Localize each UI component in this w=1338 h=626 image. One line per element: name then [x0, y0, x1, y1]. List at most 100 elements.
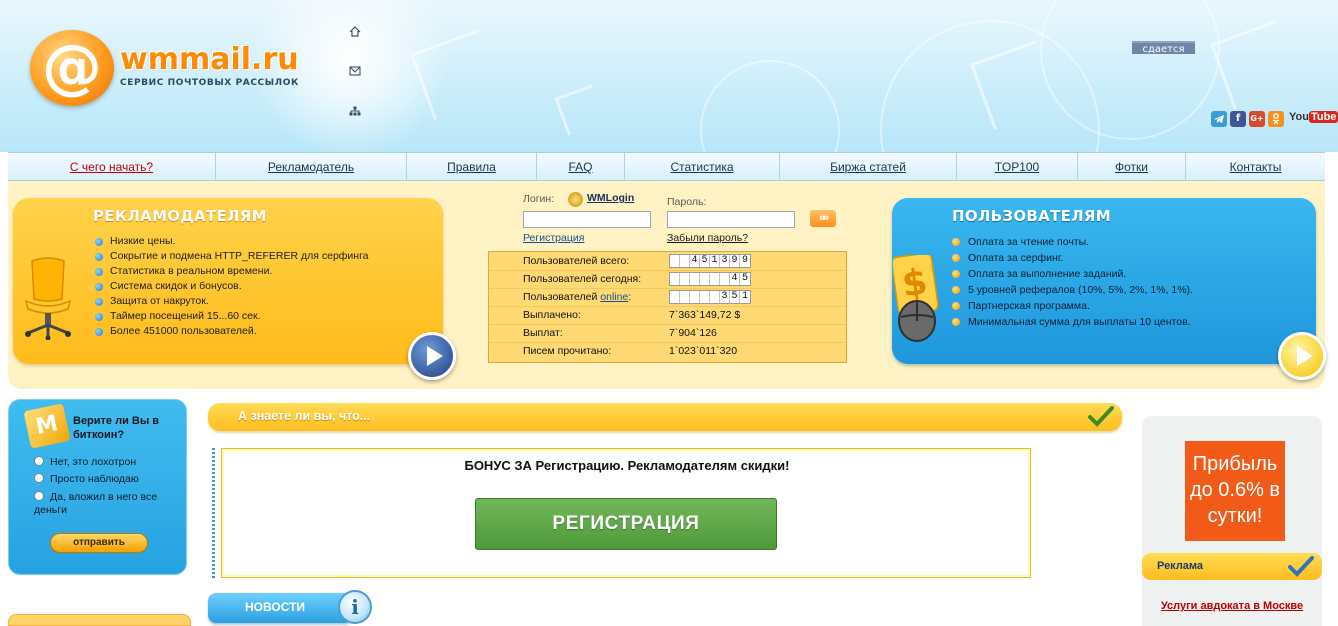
poll-option-3[interactable]: Да, вложил в него все деньги — [34, 491, 184, 517]
today-users-counter: 45 — [669, 272, 751, 286]
decor-swirl — [700, 60, 840, 152]
ad-bar: Реклама — [1142, 553, 1322, 580]
table-row: Пользователей online: 351 — [489, 288, 846, 307]
facebook-icon[interactable]: f — [1230, 111, 1246, 127]
list-item: Более 451000 пользователей. — [95, 324, 369, 339]
news-title: НОВОСТИ — [245, 600, 306, 614]
list-item: Оплата за выполнение заданий. — [952, 266, 1193, 282]
left-section-tab — [8, 614, 191, 626]
odnoklassniki-icon[interactable] — [1268, 111, 1284, 127]
stats-read-label: Писем прочитано: — [523, 345, 612, 358]
list-item: Низкие цены. — [95, 234, 369, 249]
list-item: Статистика в реальном времени. — [95, 264, 369, 279]
bonus-box: БОНУС ЗА Регистрацию. Рекламодателям ски… — [221, 448, 1031, 578]
radio-icon[interactable] — [34, 491, 44, 501]
header: @ wmmail.ru СЕРВИС ПОЧТОВЫХ РАССЫЛОК сда… — [0, 0, 1338, 152]
site-logo[interactable]: @ wmmail.ru СЕРВИС ПОЧТОВЫХ РАССЫЛОК — [30, 22, 320, 112]
login-form: Логин: WMLogin Пароль: »» Регистрация За… — [520, 191, 850, 249]
logo-tagline: СЕРВИС ПОЧТОВЫХ РАССЫЛОК — [120, 78, 299, 88]
users-title: ПОЛЬЗОВАТЕЛЯМ — [952, 207, 1111, 225]
list-item: 5 уровней рефералов (10%, 5%, 2%, 1%, 1%… — [952, 282, 1193, 298]
stats-payouts-label: Выплат: — [489, 324, 669, 343]
profit-banner[interactable]: Прибыль до 0.6% в сутки! — [1185, 441, 1285, 541]
list-item: Оплата за серфинг. — [952, 250, 1193, 266]
online-users-counter: 351 — [669, 290, 751, 304]
nav-item-getting-started[interactable]: С чего начать? — [8, 153, 215, 181]
rent-badge[interactable]: сдается — [1132, 41, 1195, 55]
stats-paid-value: 7`363`149,72 $ — [669, 306, 846, 325]
register-link[interactable]: Регистрация — [523, 232, 584, 244]
stats-read-value: 1`023`011`320 — [669, 345, 738, 358]
password-label: Пароль: — [667, 196, 707, 208]
stats-payouts-value: 7`904`126 — [669, 324, 846, 343]
sitemap-icon[interactable] — [348, 106, 362, 118]
mouse-dollar-icon: $ — [893, 255, 939, 342]
ad-link-lawyer[interactable]: Услуги авдоката в Москве — [1142, 600, 1322, 612]
poll-widget: M Верите ли Вы в биткоин? Нет, это лохот… — [8, 399, 187, 575]
advertisers-title: РЕКЛАМОДАТЕЛЯМ — [93, 207, 267, 225]
nav-item-statistics[interactable]: Статистика — [624, 153, 779, 181]
advertisers-play-button[interactable] — [408, 332, 456, 380]
main-nav: С чего начать? Рекламодатель Правила FAQ… — [8, 152, 1325, 181]
poll-option-2[interactable]: Просто наблюдаю — [34, 473, 139, 485]
home-icon[interactable] — [348, 26, 362, 38]
info-icon[interactable]: i — [338, 590, 372, 624]
telegram-icon[interactable] — [1211, 111, 1227, 127]
decor-arrow — [1210, 20, 1300, 110]
list-item: Таймер посещений 15...60 сек. — [95, 309, 369, 324]
wmlogin-icon — [568, 192, 583, 207]
nav-item-article-exchange[interactable]: Биржа статей — [779, 153, 956, 181]
table-row: Писем прочитано: 1`023`011`320 — [489, 342, 846, 360]
list-item: Система скидок и бонусов. — [95, 279, 369, 294]
stats-today-label: Пользователей сегодня: — [489, 270, 669, 289]
bonus-text: БОНУС ЗА Регистрацию. Рекламодателям ски… — [464, 458, 790, 473]
table-row: Пользователей сегодня: 45 — [489, 270, 846, 289]
login-submit-button[interactable]: »» — [810, 210, 836, 227]
forgot-password-link[interactable]: Забыли пароль? — [667, 232, 748, 244]
advertisers-list: Низкие цены. Сокрытие и подмена HTTP_REF… — [95, 234, 369, 339]
dotted-divider — [212, 448, 215, 578]
ad-title: Реклама — [1157, 560, 1204, 572]
password-input[interactable] — [667, 211, 795, 228]
stats-table: Пользователей всего: 451399 Пользователе… — [488, 251, 847, 363]
nav-item-top100[interactable]: TOP100 — [956, 153, 1077, 181]
radio-icon[interactable] — [34, 456, 44, 466]
list-item: Сокрытие и подмена HTTP_REFERER для серф… — [95, 249, 369, 264]
nav-item-advertiser[interactable]: Рекламодатель — [215, 153, 406, 181]
nav-item-contacts[interactable]: Контакты — [1185, 153, 1325, 181]
table-row: Выплат: 7`904`126 — [489, 324, 846, 343]
list-item: Оплата за чтение почты. — [952, 234, 1193, 250]
table-row: Пользователей всего: 451399 — [489, 252, 846, 271]
login-input[interactable] — [523, 211, 651, 228]
poll-submit-button[interactable]: отправить — [50, 533, 148, 553]
news-bar[interactable]: НОВОСТИ i — [208, 590, 372, 624]
did-you-know-title: А знаете ли вы, что... — [238, 409, 371, 423]
total-users-counter: 451399 — [669, 253, 751, 268]
poll-question: Верите ли Вы в биткоин? — [73, 415, 160, 441]
google-plus-icon[interactable]: G+ — [1249, 111, 1265, 127]
office-chair-icon — [24, 257, 72, 340]
nav-item-faq[interactable]: FAQ — [536, 153, 624, 181]
online-link[interactable]: online — [600, 291, 628, 303]
stats-online-label: Пользователей online: — [489, 288, 669, 307]
list-item: Защита от накруток. — [95, 294, 369, 309]
did-you-know-bar: А знаете ли вы, что... — [208, 403, 1122, 431]
stats-total-label: Пользователей всего: — [489, 252, 669, 271]
users-play-button[interactable] — [1278, 332, 1326, 380]
radio-icon[interactable] — [34, 473, 44, 483]
youtube-icon[interactable]: You Tube — [1289, 111, 1338, 127]
list-item: Минимальная сумма для выплаты 10 центов. — [952, 314, 1193, 330]
list-item: Партнерская программа. — [952, 298, 1193, 314]
wmlogin-link[interactable]: WMLogin — [587, 192, 634, 204]
mail-icon[interactable] — [348, 66, 362, 78]
check-icon — [1288, 556, 1314, 577]
table-row: Выплачено: 7`363`149,72 $ — [489, 306, 846, 325]
poll-option-1[interactable]: Нет, это лохотрон — [34, 456, 136, 468]
decor-arrow — [554, 84, 606, 136]
logo-at-icon: @ — [30, 30, 114, 106]
nav-item-rules[interactable]: Правила — [406, 153, 536, 181]
users-panel: ПОЛЬЗОВАТЕЛЯМ Оплата за чтение почты. Оп… — [892, 198, 1316, 364]
stats-paid-label: Выплачено: — [489, 306, 669, 325]
register-button[interactable]: РЕГИСТРАЦИЯ — [475, 498, 777, 550]
nav-item-photos[interactable]: Фотки — [1077, 153, 1185, 181]
